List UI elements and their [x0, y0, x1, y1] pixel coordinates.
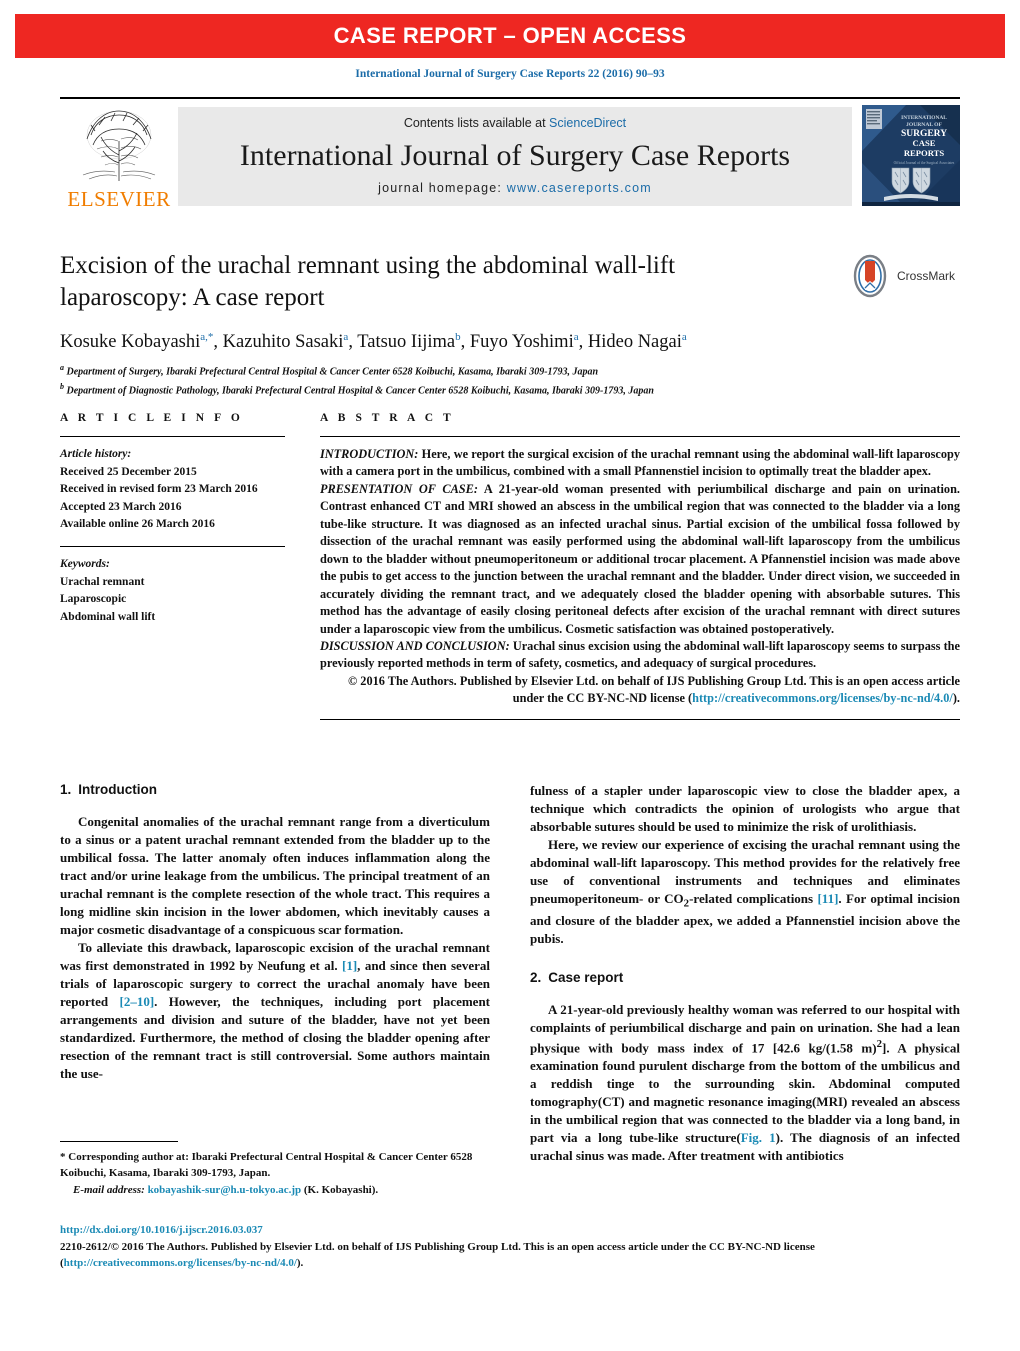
- abstract-conclusion: DISCUSSION AND CONCLUSION: Urachal sinus…: [320, 638, 960, 673]
- abstract-introduction: INTRODUCTION: Here, we report the surgic…: [320, 446, 960, 481]
- section-heading-introduction: 1. Introduction: [60, 782, 490, 797]
- abstract-body: INTRODUCTION: Here, we report the surgic…: [320, 436, 960, 720]
- footer-license-tail: ).: [296, 1257, 304, 1269]
- journal-masthead: ELSEVIER Contents lists available at Sci…: [60, 97, 960, 212]
- svg-text:JOURNAL OF: JOURNAL OF: [906, 122, 942, 128]
- history-item: Received in revised form 23 March 2016: [60, 483, 258, 496]
- crossmark-icon: [853, 254, 887, 298]
- open-access-banner: CASE REPORT – OPEN ACCESS: [15, 14, 1005, 58]
- doi-link[interactable]: http://dx.doi.org/10.1016/j.ijscr.2016.0…: [60, 1222, 960, 1239]
- article-history-block: Article history: Received 25 December 20…: [60, 436, 285, 534]
- banner-label: CASE REPORT – OPEN ACCESS: [333, 23, 687, 48]
- email-owner: (K. Kobayashi).: [303, 1183, 379, 1196]
- section-heading-case-report: 2. Case report: [530, 970, 960, 985]
- right-paragraph-2: Here, we review our experience of excisi…: [530, 836, 960, 948]
- intro-paragraph-2: To alleviate this drawback, laparoscopic…: [60, 939, 490, 1083]
- intro-paragraph-1: Congenital anomalies of the urachal remn…: [60, 814, 490, 937]
- elsevier-logo: ELSEVIER: [60, 99, 178, 212]
- reference-link-11[interactable]: [11]: [817, 891, 838, 906]
- abstract-heading: A B S T R A C T: [320, 412, 455, 424]
- affiliation-a: a Department of Surgery, Ibaraki Prefect…: [60, 363, 599, 378]
- footnote-rule: [60, 1141, 178, 1142]
- corresponding-author-text: * Corresponding author at: Ibaraki Prefe…: [60, 1151, 473, 1180]
- info-abstract-row: A R T I C L E I N F O Article history: R…: [60, 412, 960, 720]
- journal-title: International Journal of Surgery Case Re…: [239, 138, 791, 172]
- case-paragraph-1: A 21-year-old previously healthy woman w…: [530, 1001, 960, 1165]
- contents-available-line: Contents lists available at ScienceDirec…: [404, 116, 626, 130]
- elsevier-tree-icon: [71, 105, 167, 185]
- abstract-column: A B S T R A C T INTRODUCTION: Here, we r…: [320, 412, 960, 720]
- affiliation-b: b Department of Diagnostic Pathology, Ib…: [60, 381, 654, 396]
- article-history-label: Article history:: [60, 448, 132, 460]
- article-info-heading: A R T I C L E I N F O: [60, 412, 244, 424]
- keywords-label: Keywords:: [60, 557, 110, 570]
- email-label: E-mail address:: [73, 1183, 145, 1196]
- body-column-right: fulness of a stapler under laparoscopic …: [530, 782, 960, 1165]
- crossmark-label: CrossMark: [897, 269, 956, 283]
- abstract-presentation: PRESENTATION OF CASE: A 21-year-old woma…: [320, 481, 960, 638]
- abstract-introduction-label: INTRODUCTION:: [320, 447, 419, 461]
- right-p2-part-b: -related complications: [689, 891, 818, 906]
- homepage-prefix: journal homepage:: [378, 181, 507, 195]
- sciencedirect-link[interactable]: ScienceDirect: [549, 116, 626, 130]
- journal-homepage-link[interactable]: www.casereports.com: [507, 181, 652, 195]
- abstract-copyright: © 2016 The Authors. Published by Elsevie…: [320, 673, 960, 708]
- reference-link-2-10[interactable]: [2–10]: [119, 994, 154, 1009]
- keyword-item: Laparoscopic: [60, 593, 127, 606]
- svg-text:INTERNATIONAL: INTERNATIONAL: [901, 115, 947, 121]
- journal-homepage-line: journal homepage: www.casereports.com: [378, 181, 652, 195]
- section-number: 1.: [60, 782, 72, 797]
- author-list: Kosuke Kobayashia,*, Kazuhito Sasakia, T…: [60, 331, 687, 353]
- figure-link-1[interactable]: Fig. 1: [741, 1130, 776, 1145]
- copyright-tail: ).: [952, 691, 960, 706]
- svg-text:Official Journal of the Surgic: Official Journal of the Surgical Associa…: [894, 161, 955, 165]
- history-item: Accepted 23 March 2016: [60, 500, 182, 513]
- cc-license-link[interactable]: http://creativecommons.org/licenses/by-n…: [692, 691, 953, 705]
- history-item: Received 25 December 2015: [60, 465, 197, 478]
- corresponding-author-footnote: * Corresponding author at: Ibaraki Prefe…: [60, 1141, 490, 1198]
- footer-license-link[interactable]: http://creativecommons.org/licenses/by-n…: [64, 1257, 297, 1269]
- email-line: E-mail address: kobayashik-sur@h.u-tokyo…: [60, 1182, 490, 1198]
- crossmark-badge[interactable]: CrossMark: [848, 252, 960, 300]
- article-title-block: Excision of the urachal remnant using th…: [60, 250, 960, 398]
- keyword-item: Urachal remnant: [60, 575, 145, 588]
- abstract-conclusion-label: DISCUSSION AND CONCLUSION:: [320, 638, 510, 653]
- section-title: Introduction: [78, 782, 157, 797]
- article-body: 1. Introduction Congenital anomalies of t…: [60, 782, 960, 1165]
- contents-prefix: Contents lists available at: [403, 116, 550, 130]
- body-column-left: 1. Introduction Congenital anomalies of t…: [60, 782, 490, 1165]
- journal-cover-thumbnail: INTERNATIONAL JOURNAL OF SURGERY CASE RE…: [862, 105, 960, 206]
- svg-text:CASE: CASE: [913, 138, 936, 148]
- history-item: Available online 26 March 2016: [60, 518, 215, 531]
- journal-citation-line: International Journal of Surgery Case Re…: [355, 68, 665, 80]
- abstract-presentation-text: A 21-year-old woman presented with periu…: [320, 481, 960, 636]
- contents-box: Contents lists available at ScienceDirec…: [178, 107, 852, 206]
- keyword-item: Abdominal wall lift: [60, 610, 156, 623]
- elsevier-wordmark: ELSEVIER: [67, 187, 171, 211]
- abstract-presentation-label: PRESENTATION OF CASE:: [320, 481, 478, 496]
- keywords-block: Keywords: Urachal remnant Laparoscopic A…: [60, 545, 285, 626]
- article-info-column: A R T I C L E I N F O Article history: R…: [60, 412, 285, 720]
- email-link[interactable]: kobayashik-sur@h.u-tokyo.ac.jp: [148, 1184, 302, 1196]
- section-number: 2.: [530, 969, 542, 985]
- svg-text:REPORTS: REPORTS: [904, 148, 945, 158]
- page-title: Excision of the urachal remnant using th…: [60, 252, 676, 311]
- page-footer: http://dx.doi.org/10.1016/j.ijscr.2016.0…: [60, 1222, 960, 1272]
- section-title: Case report: [548, 969, 624, 985]
- reference-link-1[interactable]: [1]: [342, 958, 357, 973]
- right-paragraph-1: fulness of a stapler under laparoscopic …: [530, 783, 960, 834]
